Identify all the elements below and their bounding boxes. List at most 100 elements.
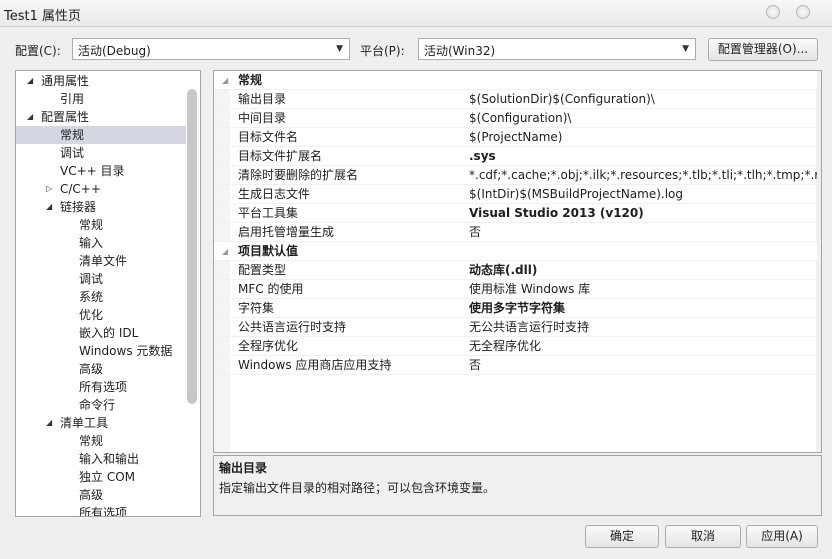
- tree-item-label: 输入: [79, 236, 104, 250]
- tree-item[interactable]: ◢ 链接器: [16, 198, 186, 216]
- tree-item-label: 系统: [79, 290, 104, 304]
- tree-item[interactable]: 常规: [16, 216, 186, 234]
- apply-button[interactable]: 应用(A): [746, 525, 818, 548]
- title-bar: Test1 属性页: [0, 0, 832, 27]
- tree-item[interactable]: Windows 元数据: [16, 342, 186, 360]
- tree-item[interactable]: 调试: [16, 270, 186, 288]
- tree-item-label: 通用属性: [41, 74, 90, 88]
- property-value[interactable]: *.cdf;*.cache;*.obj;*.ilk;*.resources;*.…: [469, 166, 817, 185]
- tree-item-label: 独立 COM: [79, 470, 135, 484]
- property-row[interactable]: 中间目录 $(Configuration)\: [214, 109, 817, 128]
- property-value[interactable]: $(ProjectName): [469, 128, 817, 147]
- property-row[interactable]: MFC 的使用 使用标准 Windows 库: [214, 280, 817, 299]
- tree-scrollbar[interactable]: [187, 89, 197, 404]
- property-value[interactable]: .sys: [469, 147, 817, 166]
- platform-value: 活动(Win32): [424, 44, 496, 58]
- property-row[interactable]: 全程序优化 无全程序优化: [214, 337, 817, 356]
- description-panel: 输出目录 指定输出文件目录的相对路径；可以包含环境变量。: [213, 455, 822, 516]
- expand-arrow-icon[interactable]: ▷: [46, 180, 52, 198]
- tree-item-label: 常规: [79, 434, 104, 448]
- property-value[interactable]: 无公共语言运行时支持: [469, 318, 817, 337]
- close-button[interactable]: [796, 5, 810, 19]
- property-row[interactable]: 目标文件扩展名 .sys: [214, 147, 817, 166]
- tree-item[interactable]: 命令行: [16, 396, 186, 414]
- property-name: 目标文件名: [238, 130, 299, 144]
- property-row[interactable]: 生成日志文件 $(IntDir)$(MSBuildProjectName).log: [214, 185, 817, 204]
- property-row[interactable]: 配置类型 动态库(.dll): [214, 261, 817, 280]
- property-name: 公共语言运行时支持: [238, 320, 347, 334]
- property-value[interactable]: 使用多字节字符集: [469, 299, 817, 318]
- tree-item[interactable]: 常规: [16, 126, 186, 144]
- help-button[interactable]: [766, 5, 780, 19]
- property-name: 平台工具集: [238, 206, 299, 220]
- cancel-button[interactable]: 取消: [665, 525, 741, 548]
- category-row[interactable]: ◢ 项目默认值: [214, 242, 817, 261]
- tree-item[interactable]: 高级: [16, 486, 186, 504]
- category-label: 常规: [238, 73, 263, 87]
- tree-item[interactable]: 独立 COM: [16, 468, 186, 486]
- collapse-arrow-icon[interactable]: ◢: [222, 71, 228, 90]
- property-value[interactable]: 否: [469, 223, 817, 242]
- tree-item[interactable]: 嵌入的 IDL: [16, 324, 186, 342]
- tree-item[interactable]: 高级: [16, 360, 186, 378]
- tree-item-label: 输入和输出: [79, 452, 140, 466]
- property-row[interactable]: 目标文件名 $(ProjectName): [214, 128, 817, 147]
- tree-item[interactable]: 输入和输出: [16, 450, 186, 468]
- property-row[interactable]: 公共语言运行时支持 无公共语言运行时支持: [214, 318, 817, 337]
- tree-item[interactable]: 所有选项: [16, 378, 186, 396]
- tree-item[interactable]: 常规: [16, 432, 186, 450]
- tree-item-label: 高级: [79, 362, 104, 376]
- property-name: 清除时要删除的扩展名: [238, 168, 359, 182]
- property-row[interactable]: 字符集 使用多字节字符集: [214, 299, 817, 318]
- property-value[interactable]: Visual Studio 2013 (v120): [469, 204, 817, 223]
- property-value[interactable]: 动态库(.dll): [469, 261, 817, 280]
- property-value[interactable]: $(SolutionDir)$(Configuration)\: [469, 90, 817, 109]
- tree-item[interactable]: 所有选项: [16, 504, 186, 516]
- tree-item[interactable]: 输入: [16, 234, 186, 252]
- category-row[interactable]: ◢ 常规: [214, 71, 817, 90]
- config-manager-button[interactable]: 配置管理器(O)...: [708, 38, 818, 61]
- tree-item-label: 配置属性: [41, 110, 90, 124]
- property-tree[interactable]: ◢ 通用属性 引用 ◢ 配置属性 常规 调试 VC++ 目录 ▷ C/C++ ◢ 链接器 常规 输入 清单文…: [15, 70, 201, 517]
- tree-item[interactable]: ▷ C/C++: [16, 180, 186, 198]
- tree-item[interactable]: ◢ 通用属性: [16, 72, 186, 90]
- property-value[interactable]: $(Configuration)\: [469, 109, 817, 128]
- tree-item-label: 调试: [79, 272, 104, 286]
- tree-item-label: 清单工具: [60, 416, 109, 430]
- tree-item-label: 常规: [79, 218, 104, 232]
- tree-item-label: 常规: [60, 128, 85, 142]
- tree-item[interactable]: 系统: [16, 288, 186, 306]
- property-value[interactable]: 无全程序优化: [469, 337, 817, 356]
- tree-item-label: 所有选项: [79, 380, 128, 394]
- property-row[interactable]: 清除时要删除的扩展名 *.cdf;*.cache;*.obj;*.ilk;*.re…: [214, 166, 817, 185]
- property-name: 配置类型: [238, 263, 287, 277]
- property-name: 全程序优化: [238, 339, 299, 353]
- property-row[interactable]: Windows 应用商店应用支持 否: [214, 356, 817, 375]
- tree-item[interactable]: ◢ 清单工具: [16, 414, 186, 432]
- platform-select[interactable]: 活动(Win32) ▼: [418, 38, 696, 60]
- property-value[interactable]: 否: [469, 356, 817, 375]
- tree-item-label: VC++ 目录: [60, 164, 125, 178]
- property-name: Windows 应用商店应用支持: [238, 358, 392, 372]
- property-value[interactable]: 使用标准 Windows 库: [469, 280, 817, 299]
- property-row[interactable]: 启用托管增量生成 否: [214, 223, 817, 242]
- collapse-arrow-icon[interactable]: ◢: [222, 242, 228, 261]
- collapse-arrow-icon[interactable]: ◢: [46, 198, 52, 216]
- collapse-arrow-icon[interactable]: ◢: [27, 108, 33, 126]
- config-select[interactable]: 活动(Debug) ▼: [72, 38, 350, 60]
- tree-item[interactable]: ◢ 配置属性: [16, 108, 186, 126]
- tree-item[interactable]: 调试: [16, 144, 186, 162]
- tree-item[interactable]: VC++ 目录: [16, 162, 186, 180]
- platform-label: 平台(P):: [360, 44, 405, 58]
- property-row[interactable]: 平台工具集 Visual Studio 2013 (v120): [214, 204, 817, 223]
- tree-item-label: 命令行: [79, 398, 116, 412]
- tree-item[interactable]: 引用: [16, 90, 186, 108]
- property-row[interactable]: 输出目录 $(SolutionDir)$(Configuration)\: [214, 90, 817, 109]
- ok-button[interactable]: 确定: [585, 525, 659, 548]
- property-value[interactable]: $(IntDir)$(MSBuildProjectName).log: [469, 185, 817, 204]
- tree-item[interactable]: 清单文件: [16, 252, 186, 270]
- collapse-arrow-icon[interactable]: ◢: [46, 414, 52, 432]
- collapse-arrow-icon[interactable]: ◢: [27, 72, 33, 90]
- property-grid[interactable]: ◢ 常规输出目录 $(SolutionDir)$(Configuration)\ 中间…: [213, 70, 822, 453]
- tree-item[interactable]: 优化: [16, 306, 186, 324]
